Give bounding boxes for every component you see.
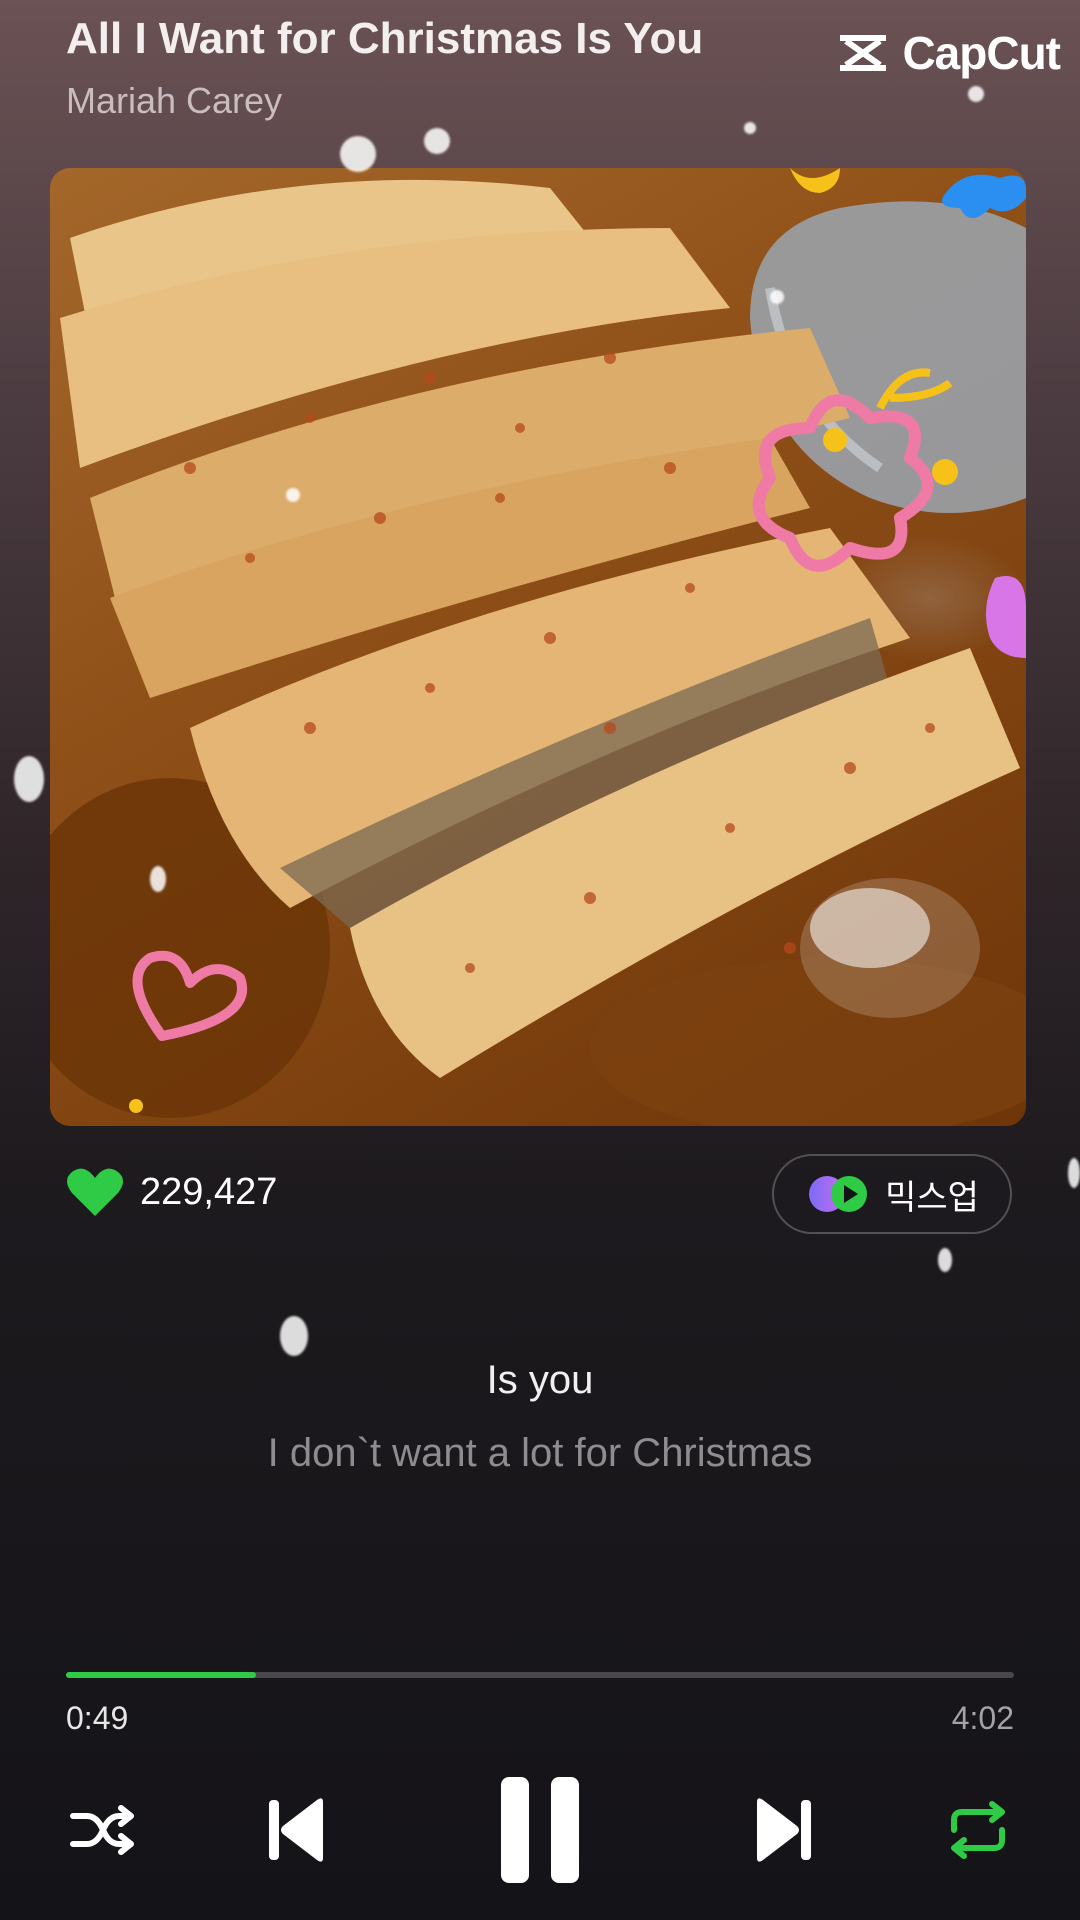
like-count: 229,427 — [140, 1170, 278, 1213]
snowflake — [744, 122, 756, 134]
shuffle-button[interactable] — [62, 1790, 142, 1870]
current-time: 0:49 — [66, 1700, 129, 1736]
snowflake — [968, 86, 984, 102]
previous-icon — [269, 1798, 323, 1862]
snowflake — [770, 290, 784, 304]
capcut-watermark: CapCut — [834, 26, 1061, 80]
snowflake — [424, 128, 450, 154]
snowflake — [286, 488, 300, 502]
lyric-current-line[interactable]: Is you — [0, 1358, 1080, 1403]
snowflake — [340, 136, 376, 172]
pause-icon — [501, 1777, 579, 1883]
next-button[interactable] — [744, 1786, 824, 1874]
watermark-text: CapCut — [902, 27, 1061, 79]
repeat-button[interactable] — [938, 1790, 1018, 1870]
track-title: All I Want for Christmas Is You — [66, 14, 704, 63]
mixup-label: 믹스업 — [885, 1177, 979, 1218]
previous-button[interactable] — [256, 1786, 336, 1874]
pause-button[interactable] — [490, 1770, 590, 1890]
progress-bar[interactable] — [66, 1672, 1014, 1678]
snowflake — [1068, 1158, 1080, 1188]
mixup-button[interactable]: 믹스업 — [772, 1154, 1012, 1234]
like-counter[interactable]: 229,427 — [66, 1166, 277, 1218]
next-icon — [757, 1798, 811, 1862]
progress-fill — [66, 1672, 256, 1678]
total-time: 4:02 — [951, 1700, 1014, 1736]
snowflake — [280, 1316, 308, 1356]
repeat-icon — [951, 1801, 1005, 1859]
snowflake — [938, 1248, 952, 1272]
playback-controls — [0, 1770, 1080, 1890]
mixup-icon — [809, 1176, 868, 1212]
heart-icon[interactable] — [66, 1166, 124, 1218]
snowflake — [14, 756, 44, 802]
snowflake — [150, 866, 166, 892]
album-art-image — [50, 168, 1026, 1126]
artist-name[interactable]: Mariah Carey — [66, 80, 282, 122]
lyric-next-line[interactable]: I don`t want a lot for Christmas — [0, 1431, 1080, 1476]
capcut-logo-icon — [840, 35, 887, 71]
shuffle-icon — [70, 1805, 134, 1855]
